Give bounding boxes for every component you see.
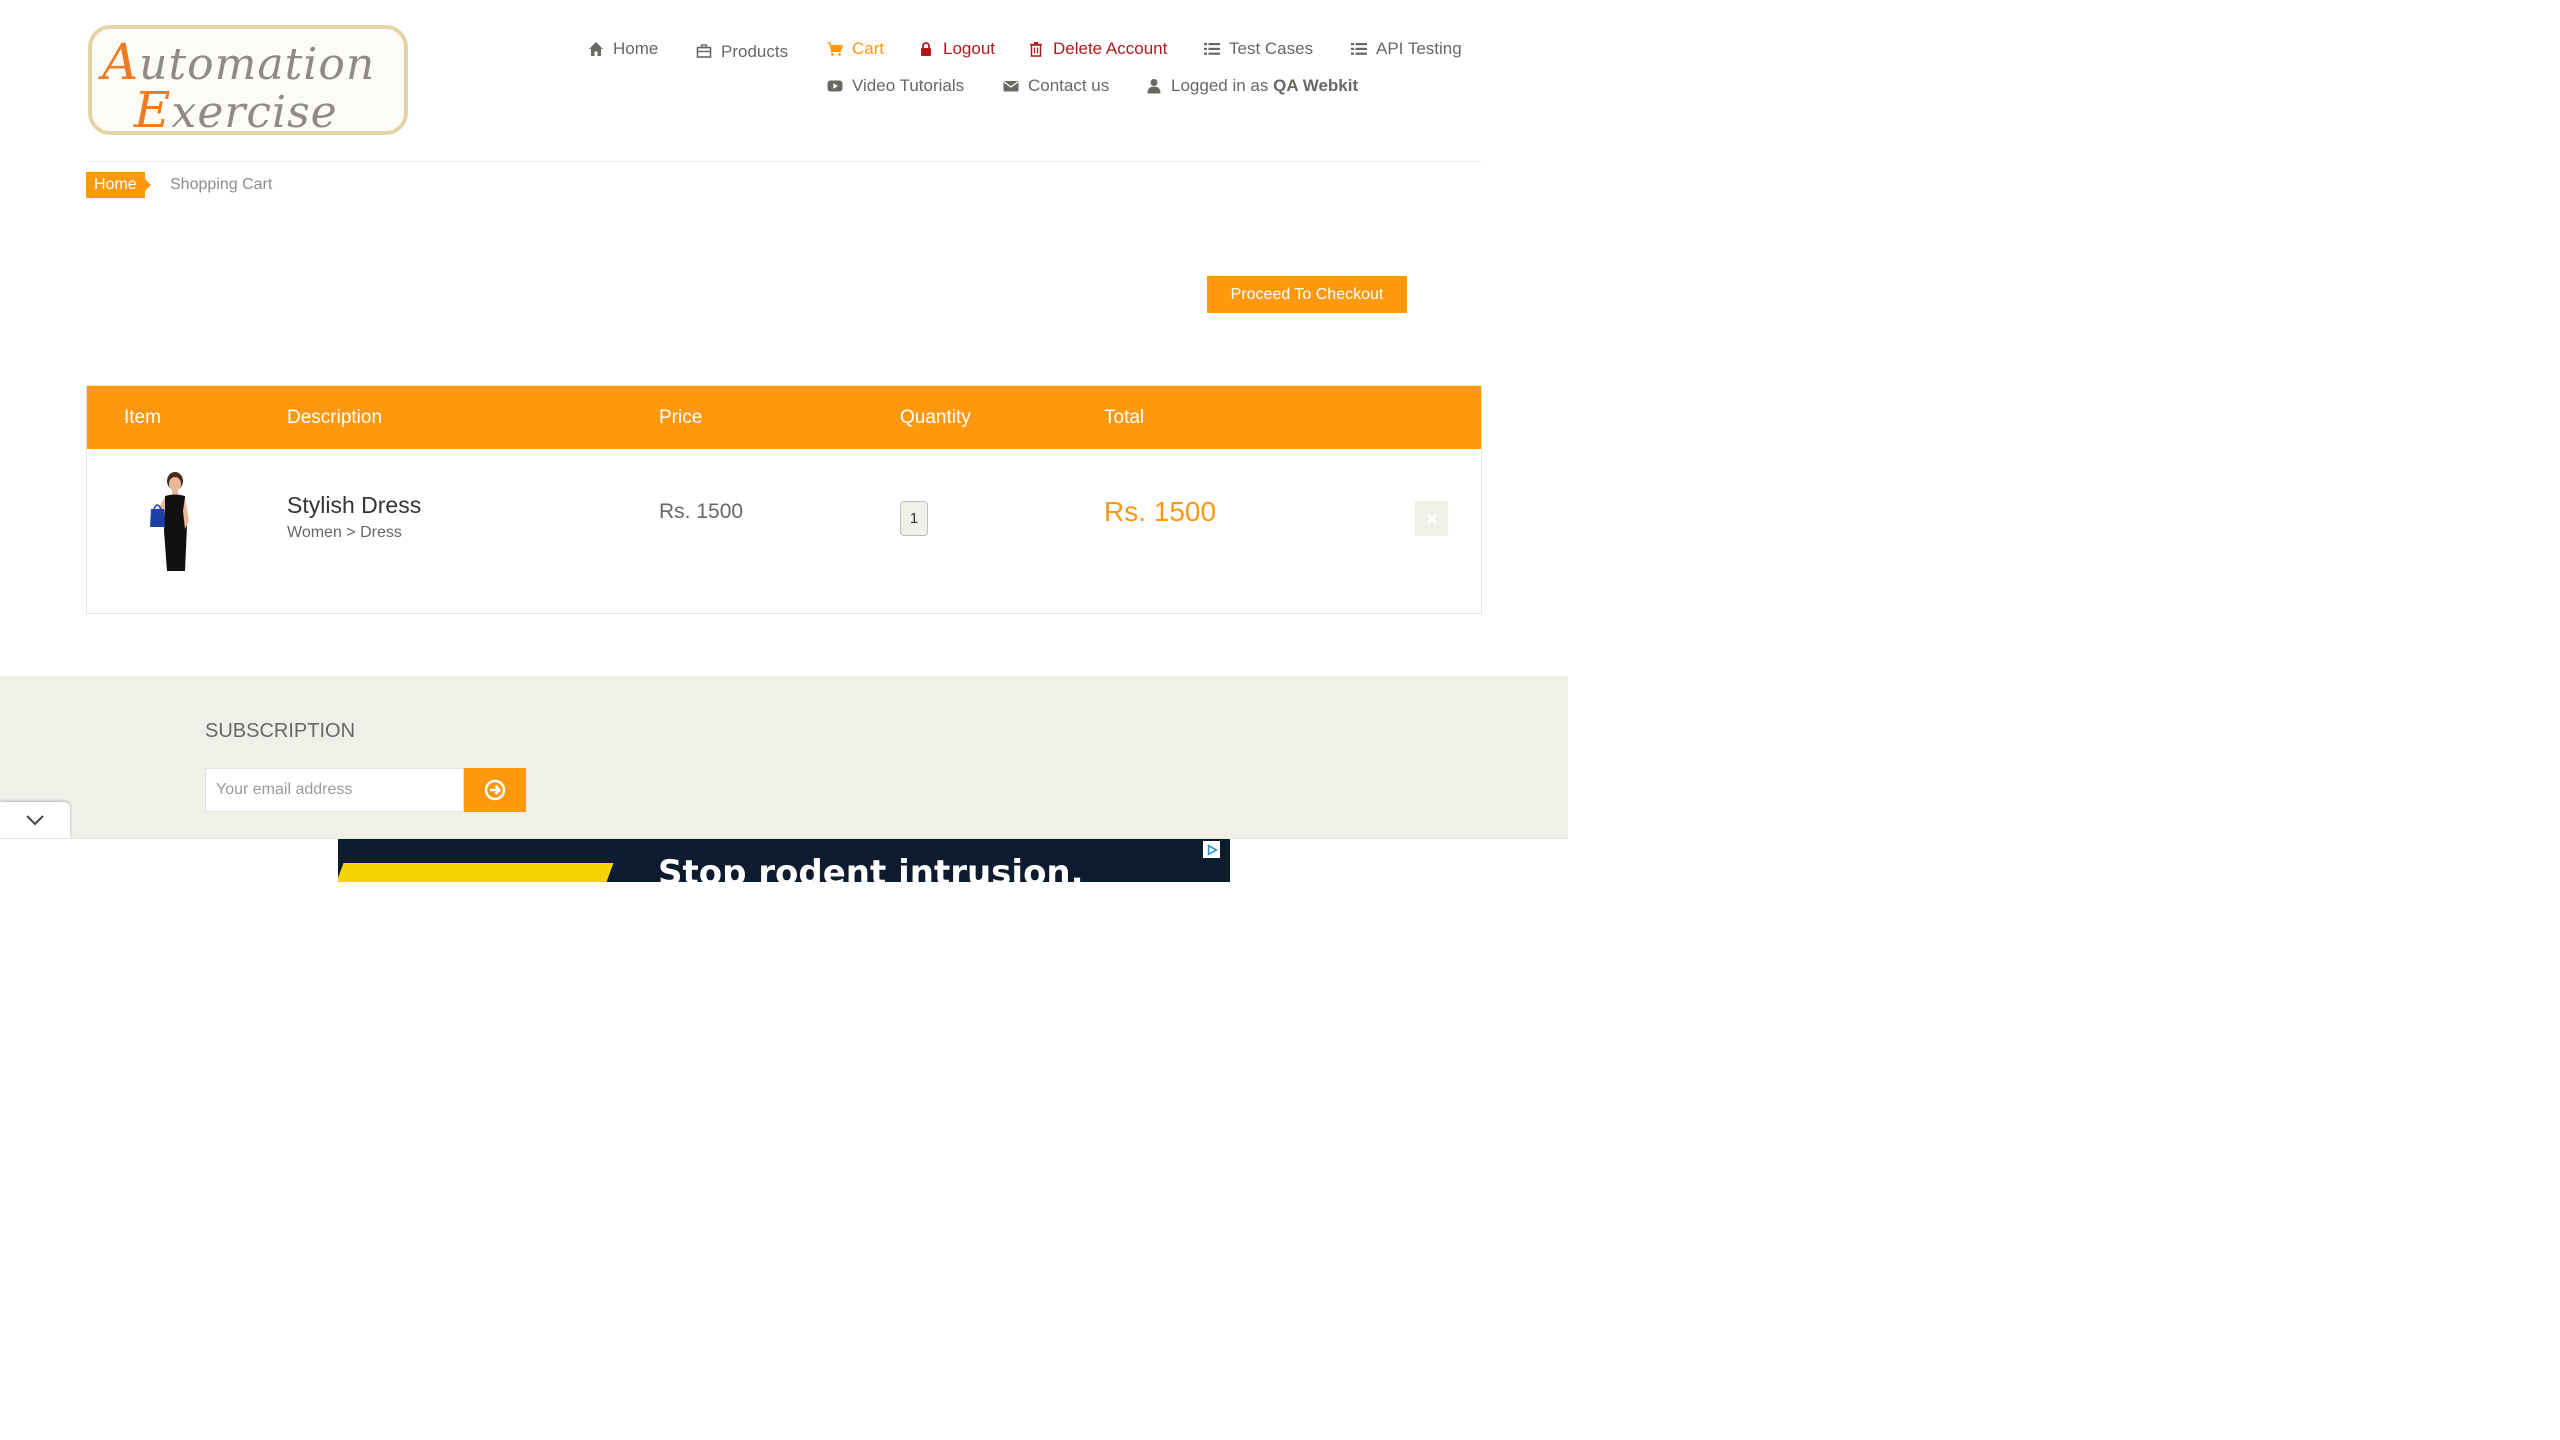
close-icon: [1426, 513, 1438, 525]
header-quantity: Quantity: [900, 407, 971, 428]
nav-cart-link[interactable]: Cart: [826, 39, 884, 59]
nav-home-label: Home: [613, 39, 659, 58]
logo-line-2: Exercise: [134, 81, 338, 139]
logged-in-username: QA Webkit: [1273, 76, 1359, 95]
trash-icon: [1027, 40, 1045, 58]
youtube-play-icon: [826, 77, 844, 95]
subscription-title: SUBSCRIPTION: [205, 720, 356, 742]
nav-api-testing-link[interactable]: API Testing: [1350, 39, 1462, 59]
nav-home-link[interactable]: Home: [587, 39, 658, 59]
nav-cart-label: Cart: [852, 39, 885, 58]
product-category: Women > Dress: [287, 524, 402, 541]
nav-delete-account-link[interactable]: Delete Account: [1027, 39, 1167, 59]
product-total: Rs. 1500: [1104, 496, 1217, 527]
home-icon: [587, 40, 605, 58]
list-icon: [1350, 40, 1368, 58]
briefcase-icon: [695, 42, 713, 60]
proceed-to-checkout-button[interactable]: Proceed To Checkout: [1207, 276, 1407, 313]
shopping-cart-icon: [826, 40, 844, 58]
quantity-field[interactable]: 1: [900, 501, 928, 536]
nav-logged-in-user: Logged in as QA Webkit: [1145, 76, 1358, 96]
breadcrumb-home[interactable]: Home: [86, 172, 151, 198]
nav-video-tutorials-label: Video Tutorials: [852, 76, 965, 95]
nav-logout-label: Logout: [943, 39, 995, 58]
chevron-down-icon: [25, 814, 45, 826]
envelope-icon: [1002, 77, 1020, 95]
ad-banner-stripe: [338, 863, 614, 882]
lock-icon: [917, 40, 935, 58]
nav-products-link[interactable]: Products: [695, 39, 788, 62]
nav-test-cases-link[interactable]: Test Cases: [1203, 39, 1313, 59]
arrow-circle-right-icon: [484, 779, 506, 801]
header-total: Total: [1104, 407, 1145, 428]
subscribe-button[interactable]: [464, 768, 526, 812]
site-logo[interactable]: Automation Exercise: [88, 25, 408, 139]
logged-in-prefix: Logged in as: [1171, 76, 1269, 95]
nav-api-testing-label: API Testing: [1376, 39, 1462, 58]
ad-headline: Stop rodent intrusion.: [658, 853, 1084, 882]
breadcrumb-current: Shopping Cart: [170, 176, 273, 193]
header-divider: [86, 161, 1482, 162]
remove-item-button[interactable]: [1415, 501, 1448, 536]
product-image[interactable]: [127, 471, 217, 573]
list-icon: [1203, 40, 1221, 58]
nav-delete-account-label: Delete Account: [1053, 39, 1168, 58]
nav-logout-link[interactable]: Logout: [917, 39, 995, 59]
ad-choices-icon[interactable]: [1203, 841, 1220, 858]
header-item: Item: [124, 407, 161, 428]
nav-contact-us-label: Contact us: [1028, 76, 1110, 95]
subscription-email-input[interactable]: [205, 768, 464, 812]
user-icon: [1145, 77, 1163, 95]
nav-video-tutorials-link[interactable]: Video Tutorials: [826, 76, 964, 96]
cart-table: Item Description Price Quantity Total St…: [86, 385, 1482, 614]
product-name[interactable]: Stylish Dress: [287, 492, 421, 519]
nav-products-label: Products: [721, 42, 789, 61]
ad-banner[interactable]: Stop rodent intrusion.: [338, 839, 1230, 882]
cart-table-header: Item Description Price Quantity Total: [87, 386, 1481, 449]
product-price: Rs. 1500: [659, 500, 744, 523]
ad-collapse-toggle[interactable]: [0, 802, 70, 838]
nav-contact-us-link[interactable]: Contact us: [1002, 76, 1109, 96]
nav-test-cases-label: Test Cases: [1229, 39, 1314, 58]
header-description: Description: [287, 407, 383, 428]
header-price: Price: [659, 407, 703, 428]
